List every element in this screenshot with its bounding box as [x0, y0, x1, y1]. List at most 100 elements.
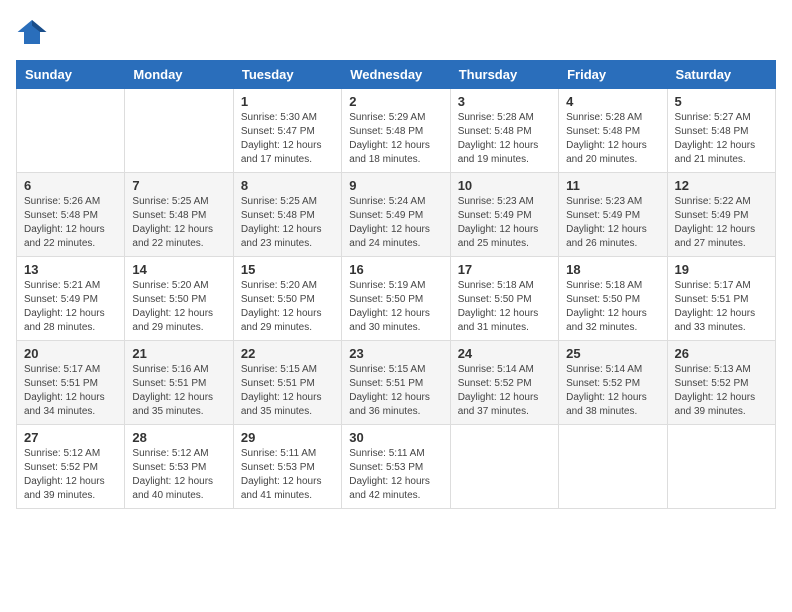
calendar-cell: 14 Sunrise: 5:20 AM Sunset: 5:50 PM Dayli… — [125, 257, 233, 341]
day-info: Sunrise: 5:12 AM Sunset: 5:53 PM Dayligh… — [132, 447, 225, 503]
day-number: 17 — [458, 262, 551, 277]
calendar-cell: 6 Sunrise: 5:26 AM Sunset: 5:48 PM Daylig… — [17, 173, 125, 257]
day-info: Sunrise: 5:15 AM Sunset: 5:51 PM Dayligh… — [241, 363, 334, 419]
day-info: Sunrise: 5:24 AM Sunset: 5:49 PM Dayligh… — [349, 195, 442, 251]
day-number: 28 — [132, 430, 225, 445]
day-number: 24 — [458, 346, 551, 361]
calendar-cell: 5 Sunrise: 5:27 AM Sunset: 5:48 PM Daylig… — [667, 89, 775, 173]
day-number: 16 — [349, 262, 442, 277]
day-number: 15 — [241, 262, 334, 277]
calendar-cell: 10Sunrise: 5:23 AM Sunset: 5:49 PM Dayli… — [450, 173, 558, 257]
calendar-cell: 3Sunrise: 5:28 AM Sunset: 5:48 PM Daylig… — [450, 89, 558, 173]
day-number: 29 — [241, 430, 334, 445]
calendar-cell: 26 Sunrise: 5:13 AM Sunset: 5:52 PM Dayli… — [667, 341, 775, 425]
calendar-cell — [667, 425, 775, 509]
day-number: 12 — [675, 178, 768, 193]
day-info: Sunrise: 5:27 AM Sunset: 5:48 PM Dayligh… — [675, 111, 768, 167]
day-number: 27 — [24, 430, 117, 445]
calendar-body: 1 Sunrise: 5:30 AM Sunset: 5:47 PM Daylig… — [17, 89, 776, 509]
calendar-cell: 18 Sunrise: 5:18 AM Sunset: 5:50 PM Dayli… — [559, 257, 667, 341]
day-number: 2 — [349, 94, 442, 109]
day-info: Sunrise: 5:25 AM Sunset: 5:48 PM Dayligh… — [132, 195, 225, 251]
day-info: Sunrise: 5:15 AM Sunset: 5:51 PM Dayligh… — [349, 363, 442, 419]
calendar-cell — [559, 425, 667, 509]
day-number: 1 — [241, 94, 334, 109]
day-number: 18 — [566, 262, 659, 277]
weekday-header-wednesday: Wednesday — [342, 61, 450, 89]
logo — [16, 16, 52, 48]
calendar-cell — [450, 425, 558, 509]
day-info: Sunrise: 5:16 AM Sunset: 5:51 PM Dayligh… — [132, 363, 225, 419]
day-info: Sunrise: 5:21 AM Sunset: 5:49 PM Dayligh… — [24, 279, 117, 335]
calendar-cell: 2 Sunrise: 5:29 AM Sunset: 5:48 PM Daylig… — [342, 89, 450, 173]
calendar-week-5: 27 Sunrise: 5:12 AM Sunset: 5:52 PM Dayli… — [17, 425, 776, 509]
calendar-table: SundayMondayTuesdayWednesdayThursdayFrid… — [16, 60, 776, 509]
day-number: 8 — [241, 178, 334, 193]
day-info: Sunrise: 5:30 AM Sunset: 5:47 PM Dayligh… — [241, 111, 334, 167]
calendar-cell: 28 Sunrise: 5:12 AM Sunset: 5:53 PM Dayli… — [125, 425, 233, 509]
day-number: 14 — [132, 262, 225, 277]
day-info: Sunrise: 5:29 AM Sunset: 5:48 PM Dayligh… — [349, 111, 442, 167]
calendar-cell: 30Sunrise: 5:11 AM Sunset: 5:53 PM Dayli… — [342, 425, 450, 509]
day-number: 6 — [24, 178, 117, 193]
calendar-cell — [17, 89, 125, 173]
calendar-week-1: 1 Sunrise: 5:30 AM Sunset: 5:47 PM Daylig… — [17, 89, 776, 173]
calendar-cell: 20 Sunrise: 5:17 AM Sunset: 5:51 PM Dayli… — [17, 341, 125, 425]
weekday-header-sunday: Sunday — [17, 61, 125, 89]
day-info: Sunrise: 5:28 AM Sunset: 5:48 PM Dayligh… — [566, 111, 659, 167]
day-info: Sunrise: 5:22 AM Sunset: 5:49 PM Dayligh… — [675, 195, 768, 251]
day-number: 21 — [132, 346, 225, 361]
day-info: Sunrise: 5:18 AM Sunset: 5:50 PM Dayligh… — [566, 279, 659, 335]
calendar-cell: 29 Sunrise: 5:11 AM Sunset: 5:53 PM Dayli… — [233, 425, 341, 509]
page-header — [16, 16, 776, 48]
calendar-cell: 19 Sunrise: 5:17 AM Sunset: 5:51 PM Dayli… — [667, 257, 775, 341]
day-number: 23 — [349, 346, 442, 361]
day-number: 4 — [566, 94, 659, 109]
day-info: Sunrise: 5:20 AM Sunset: 5:50 PM Dayligh… — [241, 279, 334, 335]
calendar-cell: 15 Sunrise: 5:20 AM Sunset: 5:50 PM Dayli… — [233, 257, 341, 341]
calendar-week-3: 13 Sunrise: 5:21 AM Sunset: 5:49 PM Dayli… — [17, 257, 776, 341]
day-info: Sunrise: 5:17 AM Sunset: 5:51 PM Dayligh… — [675, 279, 768, 335]
day-info: Sunrise: 5:19 AM Sunset: 5:50 PM Dayligh… — [349, 279, 442, 335]
day-number: 13 — [24, 262, 117, 277]
calendar-cell: 4 Sunrise: 5:28 AM Sunset: 5:48 PM Daylig… — [559, 89, 667, 173]
calendar-cell: 21 Sunrise: 5:16 AM Sunset: 5:51 PM Dayli… — [125, 341, 233, 425]
day-number: 5 — [675, 94, 768, 109]
day-number: 3 — [458, 94, 551, 109]
day-info: Sunrise: 5:11 AM Sunset: 5:53 PM Dayligh… — [349, 447, 442, 503]
day-number: 10 — [458, 178, 551, 193]
calendar-week-2: 6 Sunrise: 5:26 AM Sunset: 5:48 PM Daylig… — [17, 173, 776, 257]
day-info: Sunrise: 5:13 AM Sunset: 5:52 PM Dayligh… — [675, 363, 768, 419]
calendar-cell: 17 Sunrise: 5:18 AM Sunset: 5:50 PM Dayli… — [450, 257, 558, 341]
day-number: 22 — [241, 346, 334, 361]
weekday-header-friday: Friday — [559, 61, 667, 89]
day-number: 26 — [675, 346, 768, 361]
calendar-cell: 1 Sunrise: 5:30 AM Sunset: 5:47 PM Daylig… — [233, 89, 341, 173]
day-info: Sunrise: 5:26 AM Sunset: 5:48 PM Dayligh… — [24, 195, 117, 251]
day-info: Sunrise: 5:23 AM Sunset: 5:49 PM Dayligh… — [566, 195, 659, 251]
calendar-cell: 9Sunrise: 5:24 AM Sunset: 5:49 PM Daylig… — [342, 173, 450, 257]
day-number: 20 — [24, 346, 117, 361]
calendar-cell: 13 Sunrise: 5:21 AM Sunset: 5:49 PM Dayli… — [17, 257, 125, 341]
calendar-cell: 12 Sunrise: 5:22 AM Sunset: 5:49 PM Dayli… — [667, 173, 775, 257]
day-number: 19 — [675, 262, 768, 277]
day-number: 7 — [132, 178, 225, 193]
calendar-cell: 8Sunrise: 5:25 AM Sunset: 5:48 PM Daylig… — [233, 173, 341, 257]
calendar-cell: 7 Sunrise: 5:25 AM Sunset: 5:48 PM Daylig… — [125, 173, 233, 257]
calendar-cell: 25Sunrise: 5:14 AM Sunset: 5:52 PM Dayli… — [559, 341, 667, 425]
day-info: Sunrise: 5:11 AM Sunset: 5:53 PM Dayligh… — [241, 447, 334, 503]
calendar-cell: 24 Sunrise: 5:14 AM Sunset: 5:52 PM Dayli… — [450, 341, 558, 425]
logo-icon — [16, 16, 48, 48]
day-info: Sunrise: 5:14 AM Sunset: 5:52 PM Dayligh… — [566, 363, 659, 419]
weekday-header-monday: Monday — [125, 61, 233, 89]
weekday-header-thursday: Thursday — [450, 61, 558, 89]
weekday-header-tuesday: Tuesday — [233, 61, 341, 89]
calendar-cell: 16 Sunrise: 5:19 AM Sunset: 5:50 PM Dayli… — [342, 257, 450, 341]
day-info: Sunrise: 5:14 AM Sunset: 5:52 PM Dayligh… — [458, 363, 551, 419]
calendar-header: SundayMondayTuesdayWednesdayThursdayFrid… — [17, 61, 776, 89]
day-info: Sunrise: 5:18 AM Sunset: 5:50 PM Dayligh… — [458, 279, 551, 335]
calendar-cell: 22 Sunrise: 5:15 AM Sunset: 5:51 PM Dayli… — [233, 341, 341, 425]
day-info: Sunrise: 5:17 AM Sunset: 5:51 PM Dayligh… — [24, 363, 117, 419]
day-info: Sunrise: 5:12 AM Sunset: 5:52 PM Dayligh… — [24, 447, 117, 503]
day-info: Sunrise: 5:20 AM Sunset: 5:50 PM Dayligh… — [132, 279, 225, 335]
